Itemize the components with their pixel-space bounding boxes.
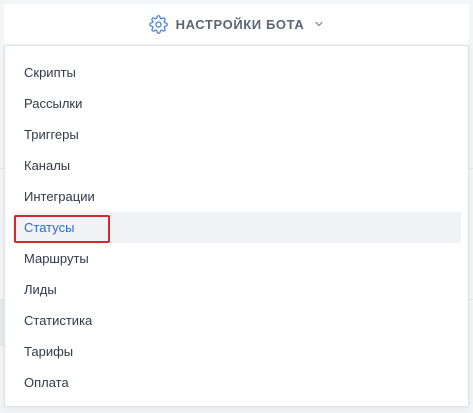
bot-settings-menu: Скрипты Рассылки Триггеры Каналы Интегра…: [4, 45, 469, 407]
menu-item-statistics[interactable]: Статистика: [13, 305, 461, 336]
page-title: НАСТРОЙКИ БОТА: [175, 16, 305, 32]
gear-icon: [148, 14, 168, 34]
menu-item-mailings[interactable]: Рассылки: [13, 88, 461, 119]
menu-item-tariffs[interactable]: Тарифы: [13, 336, 461, 367]
bot-settings-dropdown-button[interactable]: НАСТРОЙКИ БОТА: [4, 4, 469, 44]
menu-item-integrations[interactable]: Интеграции: [13, 181, 461, 212]
menu-item-statuses[interactable]: Статусы: [13, 212, 461, 243]
menu-item-routes[interactable]: Маршруты: [13, 243, 461, 274]
menu-item-triggers[interactable]: Триггеры: [13, 119, 461, 150]
menu-item-leads[interactable]: Лиды: [13, 274, 461, 305]
menu-item-payment[interactable]: Оплата: [13, 367, 461, 398]
menu-item-channels[interactable]: Каналы: [13, 150, 461, 181]
menu-item-scripts[interactable]: Скрипты: [13, 57, 461, 88]
chevron-down-icon: [314, 19, 324, 29]
